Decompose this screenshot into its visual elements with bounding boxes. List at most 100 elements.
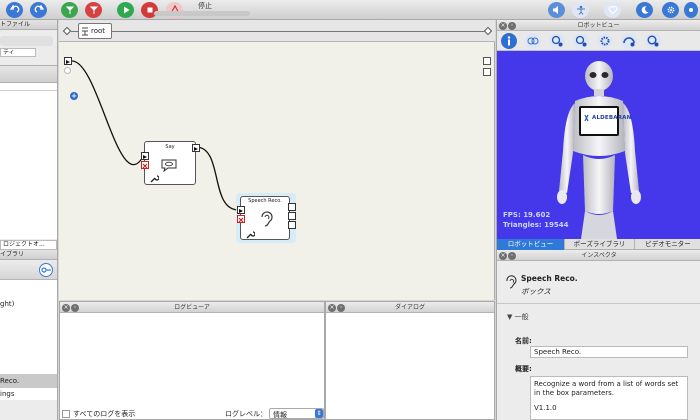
redo-button[interactable] xyxy=(30,2,47,18)
info-button[interactable] xyxy=(501,33,517,49)
dialog-panel: × ◦ ダイアログ xyxy=(325,301,495,420)
robot-head-icon xyxy=(551,35,563,47)
speech-onstopped-port[interactable] xyxy=(288,221,296,229)
person-icon xyxy=(576,5,585,15)
play-button[interactable] xyxy=(117,2,134,18)
wrench-icon[interactable] xyxy=(246,230,255,239)
more-icon xyxy=(689,8,693,12)
volume-button[interactable] xyxy=(548,2,565,18)
inspector-title: インスペクタ xyxy=(581,252,617,259)
view-mode-button-4[interactable] xyxy=(621,33,637,49)
say-onstop-port[interactable] xyxy=(141,161,149,169)
view-mode-button-3[interactable] xyxy=(597,33,613,49)
speech-reco-box[interactable]: Speech Reco. xyxy=(236,193,296,243)
onstopped-port[interactable] xyxy=(64,67,71,74)
speech-reco-box-title: Speech Reco. xyxy=(248,198,282,204)
tab-video-monitor[interactable]: ビデオモニター xyxy=(635,239,700,250)
speech-onstart-port[interactable] xyxy=(237,206,245,214)
settings-button[interactable] xyxy=(662,2,679,18)
chevron-down-icon: ⇕ xyxy=(315,409,323,418)
connection-lines xyxy=(71,60,241,211)
play-icon xyxy=(143,155,147,159)
say-onstart-port[interactable] xyxy=(141,152,149,160)
project-objects-tab[interactable]: ロジェクトオ... xyxy=(0,240,57,250)
log-level-select[interactable]: 情報 ⇕ xyxy=(269,408,324,419)
show-all-logs-checkbox[interactable] xyxy=(62,410,70,418)
fps-readout: FPS: 19.602 xyxy=(503,211,551,219)
library-item[interactable]: ght) xyxy=(0,300,14,308)
diagram-navigation-bar: root xyxy=(59,20,495,42)
project-objects-label: ロジェクトオ... xyxy=(3,241,45,248)
favorite-button[interactable] xyxy=(604,2,621,18)
say-box[interactable]: Say xyxy=(141,141,200,185)
dialog-header: × ◦ ダイアログ xyxy=(326,302,494,313)
joints-button[interactable] xyxy=(525,33,541,49)
project-filter-input[interactable] xyxy=(0,83,57,91)
summary-textarea[interactable]: Recognize a word from a list of words se… xyxy=(530,376,688,420)
play-icon xyxy=(123,6,129,14)
gear-icon xyxy=(667,6,674,14)
speech-nothing-output-port[interactable] xyxy=(288,212,296,220)
right-panel: × ◦ ロボットビュー ALDEBARAN FPS: 19.602 Triang… xyxy=(496,20,700,420)
robot-view-toolbar xyxy=(497,31,700,51)
flow-diagram-canvas[interactable]: + Say Speech Reco. xyxy=(59,42,495,300)
properties-label: ティ xyxy=(3,49,15,56)
summary-text: Recognize a word from a list of words se… xyxy=(534,380,679,397)
say-onstopped-port[interactable] xyxy=(192,144,200,152)
library-title: イブラリ xyxy=(0,251,25,258)
speech-word-output-port[interactable] xyxy=(288,203,296,211)
tab-robot-view[interactable]: ロボットビュー xyxy=(497,239,565,250)
timeline-start-handle[interactable] xyxy=(62,26,72,36)
stack-icon xyxy=(82,27,88,36)
name-input[interactable]: Speech Reco. xyxy=(530,346,688,358)
main-output-port-2[interactable] xyxy=(483,68,491,76)
properties-field[interactable]: ティ xyxy=(0,48,36,57)
start-input-port[interactable] xyxy=(64,57,72,65)
inspector-divider xyxy=(497,303,700,304)
menu-button[interactable] xyxy=(684,2,698,18)
ear-icon xyxy=(506,275,517,289)
animation-mode-button[interactable] xyxy=(572,2,589,18)
speech-bubble-icon xyxy=(161,159,177,172)
project-search-bar[interactable] xyxy=(0,36,53,46)
speech-onstop-port[interactable] xyxy=(237,215,245,223)
tablet-brand-text: ALDEBARAN xyxy=(592,115,632,121)
breadcrumb-root[interactable]: root xyxy=(78,23,112,39)
timeline-track xyxy=(71,30,487,32)
show-all-logs-label: すべてのログを表示 xyxy=(73,410,136,418)
output-icon xyxy=(194,147,198,151)
play-icon xyxy=(66,60,70,64)
connect-button[interactable] xyxy=(61,2,78,18)
disconnect-button[interactable] xyxy=(85,2,102,18)
library-search-button[interactable] xyxy=(39,263,53,277)
robot-head-icon xyxy=(575,35,587,47)
log-viewer-title: ログビューア xyxy=(174,304,210,311)
undo-button[interactable] xyxy=(6,2,23,18)
gear-icon xyxy=(600,36,610,46)
view-mode-button-2[interactable] xyxy=(573,33,589,49)
play-icon xyxy=(239,209,243,213)
timeline-end-handle[interactable] xyxy=(483,26,493,36)
main-output-port[interactable] xyxy=(483,57,491,65)
log-level-label: ログレベル： xyxy=(225,410,267,418)
sleep-button[interactable] xyxy=(636,2,653,18)
wrench-icon[interactable] xyxy=(150,174,159,183)
tab-pose-library[interactable]: ポーズライブラリ xyxy=(565,239,635,250)
add-input-button[interactable]: + xyxy=(70,92,78,100)
status-text: 停止 xyxy=(198,2,212,10)
view-mode-button-1[interactable] xyxy=(549,33,565,49)
disconnect-icon xyxy=(89,6,98,14)
camera-icon xyxy=(623,37,635,47)
joints-icon xyxy=(527,37,539,45)
zoom-button[interactable] xyxy=(645,33,661,49)
library-item[interactable]: ings xyxy=(0,388,57,400)
section-general-header[interactable]: ▼ 一般 xyxy=(507,312,529,322)
project-files-title: トファイル xyxy=(0,21,31,28)
ear-icon xyxy=(261,211,273,227)
robot-3d-view[interactable]: ALDEBARAN FPS: 19.602 Triangles: 19544 xyxy=(497,51,700,239)
connect-icon xyxy=(65,6,74,14)
inspector-box-type: ボックス xyxy=(521,287,551,296)
info-icon xyxy=(507,36,511,46)
robot-view-title: ロボットビュー xyxy=(577,22,620,29)
library-item-selected[interactable]: Reco. xyxy=(0,374,57,388)
